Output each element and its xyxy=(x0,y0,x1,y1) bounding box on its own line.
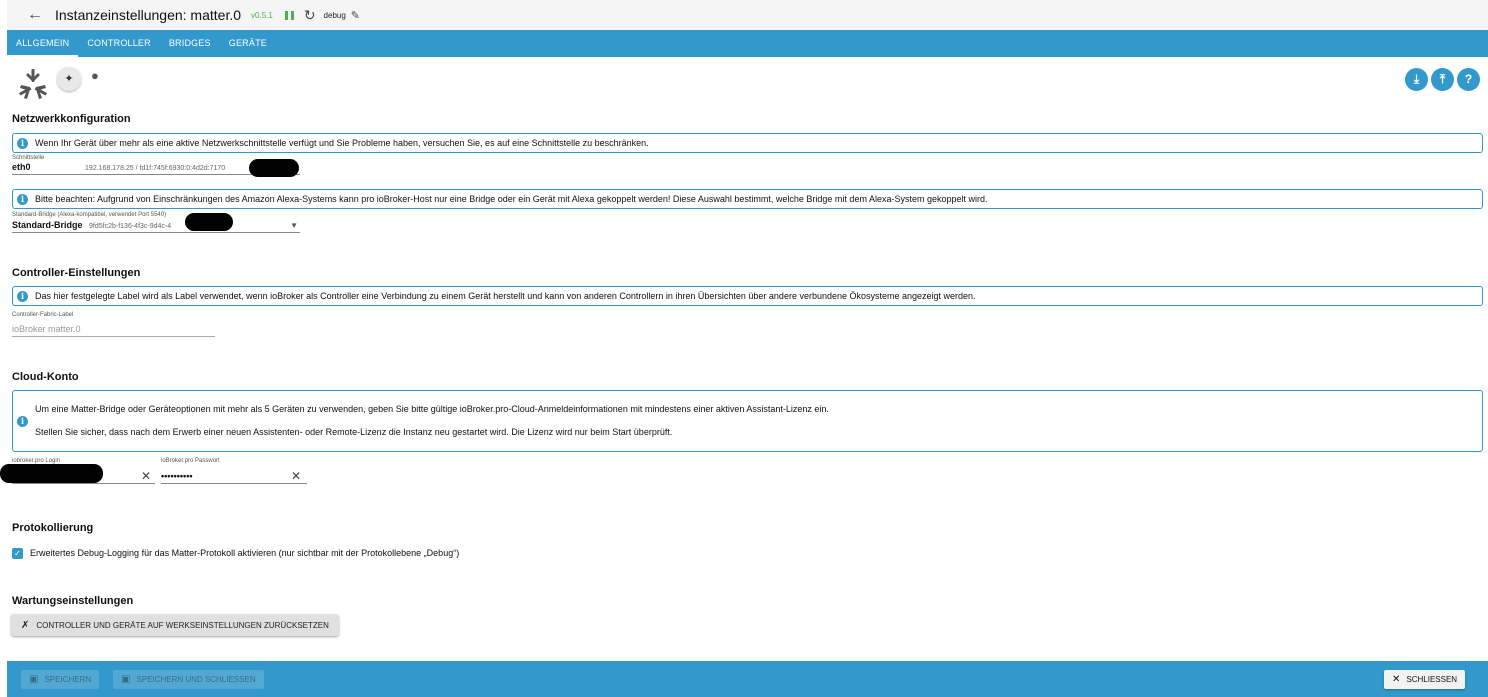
info-icon: i xyxy=(17,415,28,427)
tab-controller[interactable]: CONTROLLER xyxy=(78,30,160,57)
log-level[interactable]: debug xyxy=(324,11,346,20)
info-text: Bitte beachten: Aufgrund von Einschränku… xyxy=(35,194,988,204)
close-label: SCHLIESSEN xyxy=(1406,675,1458,684)
factory-reset-button[interactable]: ✗ CONTROLLER UND GERÄTE AUF WERKSEINSTEL… xyxy=(11,614,339,636)
reload-icon[interactable]: ↻ xyxy=(304,7,316,24)
info-box-alexa: i Bitte beachten: Aufgrund von Einschrän… xyxy=(12,189,1483,209)
info-box-cloud: i Um eine Matter-Bridge oder Geräteoptio… xyxy=(12,390,1483,452)
info-line-1: Um eine Matter-Bridge oder Geräteoptione… xyxy=(35,404,829,414)
page-title: Instanzeinstellungen: matter.0 xyxy=(55,7,242,23)
clear-icon[interactable]: ✕ xyxy=(291,469,301,483)
bridge-select[interactable]: Standard-Bridge 9fd5fc2b-f136-4f3c-9d4c-… xyxy=(12,219,300,233)
info-text-block: Um eine Matter-Bridge oder Geräteoptione… xyxy=(35,398,829,444)
info-icon: i xyxy=(17,137,28,149)
footer-bar: ▣ SPEICHERN ▣ SPEICHERN UND SCHLIESSEN ✕… xyxy=(7,661,1488,697)
password-label: ioBroker.pro Passwort xyxy=(161,458,220,464)
info-icon: i xyxy=(17,290,28,302)
save-and-close-button[interactable]: ▣ SPEICHERN UND SCHLIESSEN xyxy=(113,670,264,689)
info-icon: i xyxy=(17,193,28,205)
debug-logging-checkbox[interactable]: ✓ xyxy=(12,548,23,559)
section-logging-title: Protokollierung xyxy=(12,522,94,534)
password-value: •••••••••• xyxy=(161,471,193,481)
tab-geraete[interactable]: GERÄTE xyxy=(220,30,276,57)
save-button[interactable]: ▣ SPEICHERN xyxy=(21,670,100,689)
arrow-left-icon[interactable]: ← xyxy=(27,6,43,24)
redacted-area xyxy=(0,464,103,483)
download-icon[interactable]: ⤓ xyxy=(1405,68,1428,91)
pencil-icon[interactable]: ✎ xyxy=(351,9,360,22)
info-box-controller: i Das hier festgelegte Label wird als La… xyxy=(12,286,1483,306)
broom-icon: ✗ xyxy=(21,619,30,631)
tab-bar: ALLGEMEIN CONTROLLER BRIDGES GERÄTE xyxy=(7,30,1488,57)
close-icon: ✕ xyxy=(1392,674,1401,685)
interface-address: 192.168.178.25 / fd1f:745f:6930:0:4d2d:7… xyxy=(85,165,226,172)
interface-value: eth0 xyxy=(12,162,31,172)
version-badge: v0.5.1 xyxy=(251,10,273,20)
save-label: SPEICHERN xyxy=(44,675,92,684)
redacted-area xyxy=(249,159,299,177)
password-input[interactable]: •••••••••• xyxy=(161,470,307,484)
floppy-disk-icon: ▣ xyxy=(121,674,131,685)
bridge-value: Standard-Bridge xyxy=(12,220,83,230)
title-bar: ← Instanzeinstellungen: matter.0 v0.5.1 … xyxy=(7,0,1488,30)
fabric-label: Controller-Fabric-Label xyxy=(12,312,74,318)
fabric-label-input[interactable]: ioBroker matter.0 xyxy=(12,323,215,337)
fabric-placeholder: ioBroker matter.0 xyxy=(12,324,81,334)
floppy-disk-icon: ▣ xyxy=(29,674,39,685)
redacted-area xyxy=(185,213,233,231)
sparkle-icon[interactable]: ✦ xyxy=(57,67,81,91)
section-cloud-title: Cloud-Konto xyxy=(12,371,79,383)
main-content: ✦ ● ⤓ ⤒ ? Netzwerkkonfiguration i Wenn I… xyxy=(0,57,1488,661)
save-and-close-label: SPEICHERN UND SCHLIESSEN xyxy=(136,675,256,684)
bridge-label: Standard-Bridge (Alexa-kompatibel, verwe… xyxy=(12,212,167,218)
tab-allgemein[interactable]: ALLGEMEIN xyxy=(7,30,79,57)
info-text: Wenn Ihr Gerät über mehr als eine aktive… xyxy=(35,138,649,148)
clear-icon[interactable]: ✕ xyxy=(141,469,151,483)
pause-icon[interactable] xyxy=(284,10,294,20)
info-line-2: Stellen Sie sicher, dass nach dem Erwerb… xyxy=(35,427,673,437)
matter-logo xyxy=(19,69,47,99)
upload-icon[interactable]: ⤒ xyxy=(1431,68,1454,91)
tab-bridges[interactable]: BRIDGES xyxy=(160,30,220,57)
chevron-down-icon: ▼ xyxy=(290,221,298,230)
info-box-network: i Wenn Ihr Gerät über mehr als eine akti… xyxy=(12,133,1483,153)
section-controller-title: Controller-Einstellungen xyxy=(12,267,141,279)
help-icon[interactable]: ? xyxy=(1457,68,1480,91)
section-maintenance-title: Wartungseinstellungen xyxy=(12,595,134,607)
section-network-title: Netzwerkkonfiguration xyxy=(12,113,131,125)
bridge-id: 9fd5fc2b-f136-4f3c-9d4c-4 xyxy=(89,223,172,230)
factory-reset-label: CONTROLLER UND GERÄTE AUF WERKSEINSTELLU… xyxy=(36,620,329,630)
head-icon[interactable]: ● xyxy=(91,68,99,83)
info-text: Das hier festgelegte Label wird als Labe… xyxy=(35,291,976,301)
debug-logging-label: Erweitertes Debug-Logging für das Matter… xyxy=(30,548,460,558)
close-button[interactable]: ✕ SCHLIESSEN xyxy=(1384,670,1466,689)
